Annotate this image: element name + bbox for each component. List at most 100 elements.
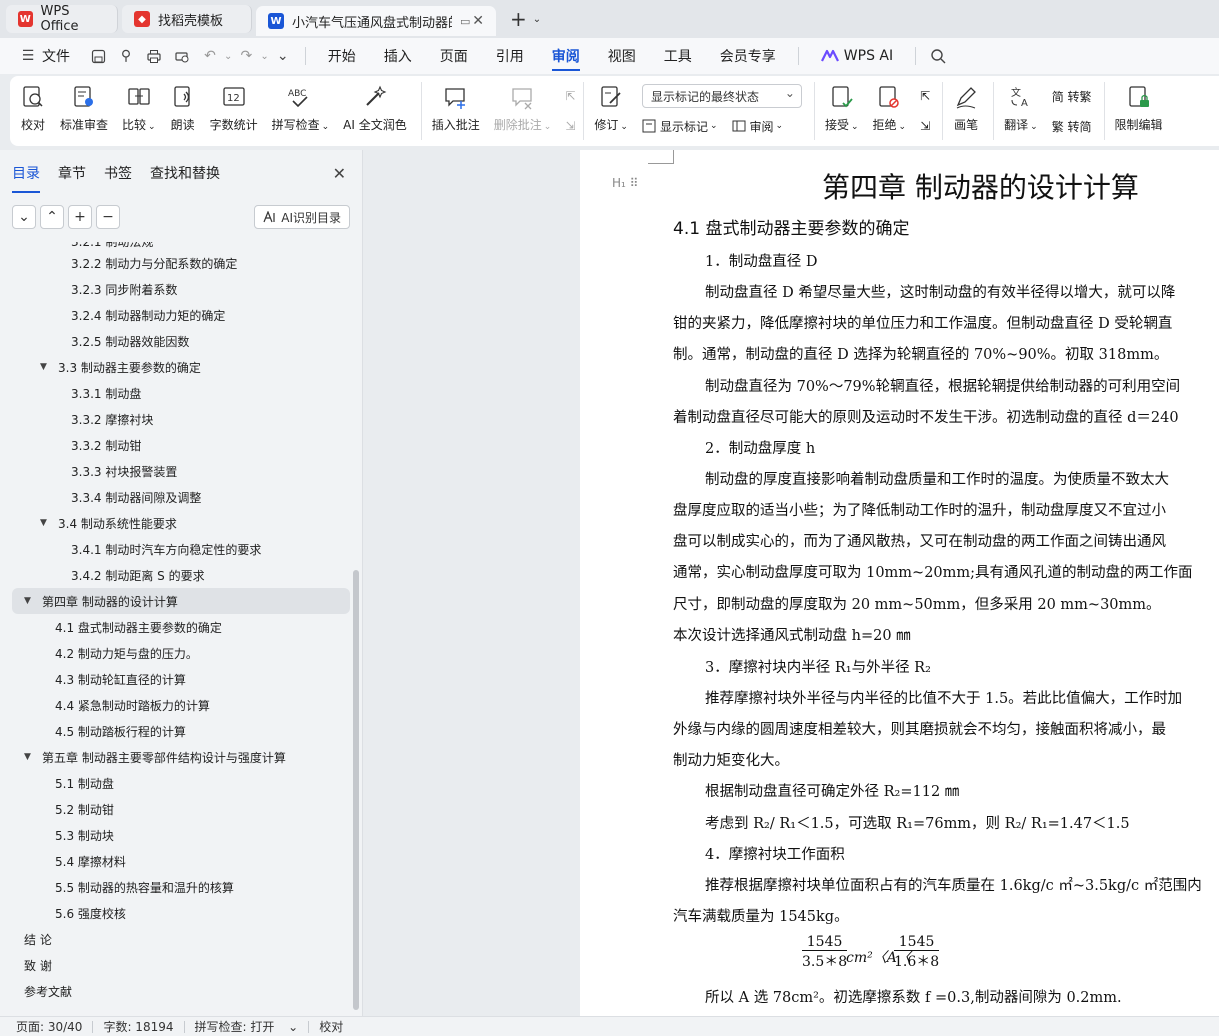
page-indicator[interactable]: 页面: 30/40 <box>16 1018 82 1035</box>
toc-item[interactable]: 致 谢 <box>0 952 352 978</box>
next-comment-icon[interactable]: ⇲ <box>565 114 575 138</box>
collapse-all-icon[interactable]: ⌃ <box>40 205 64 229</box>
spell-check-button[interactable]: ABC 拼写检查 ⌄ <box>272 76 330 146</box>
revise-button[interactable]: 修订 ⌄ <box>594 76 628 146</box>
expand-triangle-icon[interactable]: ▼ <box>24 596 36 606</box>
heading-handle-icon[interactable]: H₁ ⠿ <box>612 176 638 190</box>
toc-item[interactable]: 3.3.2 制动钳 <box>0 432 352 458</box>
tab-toc[interactable]: 目录 <box>12 159 40 193</box>
close-icon[interactable]: ✕ <box>472 13 484 29</box>
next-change-icon[interactable]: ⇲ <box>920 114 930 138</box>
standard-review-button[interactable]: 标准审查 <box>60 76 108 146</box>
toc-item[interactable]: 3.2.2 制动力与分配系数的确定 <box>0 250 352 276</box>
expand-triangle-icon[interactable]: ▼ <box>24 752 36 762</box>
toc-item[interactable]: 5.4 摩擦材料 <box>0 848 352 874</box>
ai-recognize-toc-button[interactable]: AI识别目录 <box>254 205 350 229</box>
expand-triangle-icon[interactable]: ▼ <box>40 362 52 372</box>
toc-item[interactable]: 4.3 制动轮缸直径的计算 <box>0 666 352 692</box>
redo-dropdown-icon[interactable]: ⌄ <box>260 51 268 62</box>
toc-item[interactable]: 参考文献 <box>0 978 352 1004</box>
translate-button[interactable]: 文A 翻译 ⌄ <box>1004 76 1038 146</box>
toc-item[interactable]: 3.4.1 制动时汽车方向稳定性的要求 <box>0 536 352 562</box>
toc-item[interactable]: ▼ 第四章 制动器的设计计算 <box>12 588 350 614</box>
menu-wps-ai[interactable]: WPS AI <box>807 38 907 74</box>
pen-button[interactable]: 画笔 <box>953 76 979 146</box>
print-icon[interactable] <box>143 45 165 67</box>
undo-dropdown-icon[interactable]: ⌄ <box>224 51 232 62</box>
previous-change-icon[interactable]: ⇱ <box>920 84 930 108</box>
close-panel-icon[interactable]: ✕ <box>333 164 346 183</box>
to-traditional-button[interactable]: 简 转繁 <box>1052 84 1092 108</box>
toc-item[interactable]: 3.2.3 同步附着系数 <box>0 276 352 302</box>
expand-all-icon[interactable]: ⌄ <box>12 205 36 229</box>
show-markup-button[interactable]: 显示标记 ⌄ <box>642 114 718 138</box>
menu-member[interactable]: 会员专享 <box>706 38 790 74</box>
menu-review[interactable]: 审阅 <box>538 38 594 74</box>
previous-comment-icon[interactable]: ⇱ <box>565 84 575 108</box>
menu-home[interactable]: 开始 <box>314 38 370 74</box>
toc-item[interactable]: 5.1 制动盘 <box>0 770 352 796</box>
save-icon[interactable] <box>87 45 109 67</box>
menu-insert[interactable]: 插入 <box>370 38 426 74</box>
tab-document[interactable]: W 小汽车气压通风盘式制动器的 ▭ ✕ <box>256 6 496 36</box>
screen-icon[interactable]: ▭ <box>460 15 470 28</box>
word-count-button[interactable]: 12 字数统计 <box>210 76 258 146</box>
tab-wps-office[interactable]: W WPS Office <box>6 4 118 34</box>
read-aloud-button[interactable]: 朗读 <box>170 76 196 146</box>
undo-icon[interactable]: ↶ <box>199 45 221 67</box>
toc-item[interactable]: 3.3.4 制动器间隙及调整 <box>0 484 352 510</box>
proofread-indicator[interactable]: 校对 <box>319 1018 343 1035</box>
print-preview-icon[interactable] <box>171 45 193 67</box>
toc-scrollbar[interactable] <box>353 570 359 1010</box>
toc-item[interactable]: 4.2 制动力矩与盘的压力。 <box>0 640 352 666</box>
document-page[interactable]: H₁ ⠿ 第四章 制动器的设计计算 4.1 盘式制动器主要参数的确定 1．制动盘直… <box>580 150 1219 1016</box>
markup-state-select[interactable]: 显示标记的最终状态 <box>641 84 802 108</box>
restrict-edit-button[interactable]: 限制编辑 <box>1115 76 1163 146</box>
to-simplified-button[interactable]: 繁 转简 <box>1052 114 1092 138</box>
toc-item[interactable]: 3.3.1 制动盘 <box>0 380 352 406</box>
toc-item[interactable]: 结 论 <box>0 926 352 952</box>
toc-item[interactable]: 5.3 制动块 <box>0 822 352 848</box>
menu-reference[interactable]: 引用 <box>482 38 538 74</box>
delete-comment-button[interactable]: 删除批注 ⌄ <box>494 76 551 146</box>
tab-template[interactable]: ◆ 找稻壳模板 <box>122 5 252 33</box>
toc-item[interactable]: 5.2 制动钳 <box>0 796 352 822</box>
redo-icon[interactable]: ↷ <box>235 45 257 67</box>
toc-item[interactable]: 4.4 紧急制动时踏板力的计算 <box>0 692 352 718</box>
toc-item[interactable]: ▼ 3.3 制动器主要参数的确定 <box>0 354 352 380</box>
accept-button[interactable]: 接受 ⌄ <box>825 76 859 146</box>
toc-item[interactable]: ▼ 第五章 制动器主要零部件结构设计与强度计算 <box>0 744 352 770</box>
insert-comment-button[interactable]: 插入批注 <box>432 76 480 146</box>
toc-item[interactable]: 3.2.5 制动器效能因数 <box>0 328 352 354</box>
toc-item[interactable]: 5.6 强度校核 <box>0 900 352 926</box>
add-level-icon[interactable]: + <box>68 205 92 229</box>
toc-item[interactable]: 4.1 盘式制动器主要参数的确定 <box>0 614 352 640</box>
tab-find-replace[interactable]: 查找和替换 <box>150 159 220 187</box>
expand-triangle-icon[interactable]: ▼ <box>40 518 52 528</box>
tab-chapters[interactable]: 章节 <box>58 159 86 187</box>
toc-item[interactable]: 5.5 制动器的热容量和温升的核算 <box>0 874 352 900</box>
word-count-indicator[interactable]: 字数: 18194 <box>103 1018 173 1035</box>
chevron-down-icon[interactable]: ⌄ <box>533 14 541 25</box>
toc-item[interactable]: 3.4.2 制动距离 S 的要求 <box>0 562 352 588</box>
proofread-button[interactable]: 校对 <box>20 76 46 146</box>
link-icon[interactable]: ⚲ <box>115 45 137 67</box>
menu-view[interactable]: 视图 <box>594 38 650 74</box>
remove-level-icon[interactable]: − <box>96 205 120 229</box>
toc-item[interactable]: 3.2.1 制动法规 <box>0 242 352 250</box>
menu-file[interactable]: 文件 <box>42 46 70 66</box>
compare-button[interactable]: 比较 ⌄ <box>122 76 156 146</box>
toc-item[interactable]: 3.2.4 制动器制动力矩的确定 <box>0 302 352 328</box>
new-tab-icon[interactable]: + <box>510 7 527 31</box>
review-pane-button[interactable]: 审阅 ⌄ <box>732 114 783 138</box>
ai-polish-button[interactable]: AI 全文润色 <box>343 76 407 146</box>
toc-item[interactable]: 3.3.2 摩擦衬块 <box>0 406 352 432</box>
menu-page[interactable]: 页面 <box>426 38 482 74</box>
toc-item[interactable]: ▼ 3.4 制动系统性能要求 <box>0 510 352 536</box>
tab-bookmarks[interactable]: 书签 <box>104 159 132 187</box>
more-chevron-icon[interactable]: ⌄ <box>272 45 294 67</box>
spell-check-indicator[interactable]: 拼写检查: 打开 ⌄ <box>195 1018 299 1035</box>
search-icon[interactable] <box>927 45 949 67</box>
toc-item[interactable]: 3.3.3 衬块报警装置 <box>0 458 352 484</box>
menu-tools[interactable]: 工具 <box>650 38 706 74</box>
